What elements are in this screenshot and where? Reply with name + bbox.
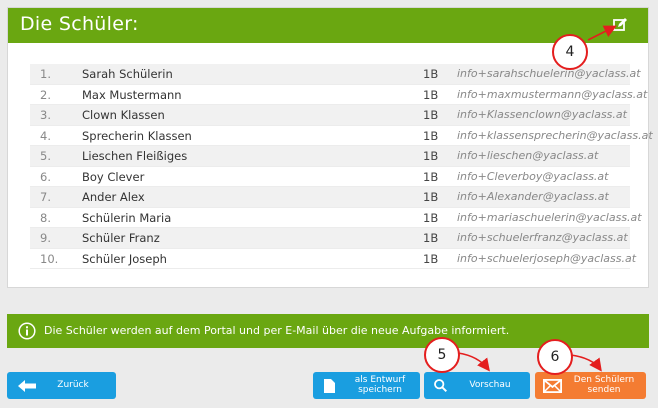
send-to-students-button[interactable]: Den Schülern senden: [535, 372, 646, 399]
student-class: 1B: [423, 108, 439, 122]
student-name: Sprecherin Klassen: [82, 128, 192, 143]
search-icon: [432, 372, 448, 399]
info-text: Die Schüler werden auf dem Portal und pe…: [44, 324, 510, 337]
student-name: Schüler Joseph: [82, 251, 167, 266]
student-class: 1B: [423, 149, 439, 163]
row-number: 5.: [40, 149, 51, 163]
student-email: info+lieschen@yaclass.at: [457, 149, 599, 162]
table-row: 2. Max Mustermann 1B info+maxmustermann@yac…: [30, 85, 647, 105]
send-button-label: Den Schülern senden: [567, 372, 641, 399]
student-email: info+mariaschuelerin@yaclass.at: [457, 210, 642, 224]
student-class: 1B: [423, 128, 439, 143]
student-class: 1B: [423, 190, 439, 204]
student-email: info+sarahschuelerin@yaclass.at: [457, 67, 641, 80]
student-class: 1B: [423, 169, 439, 184]
student-email: info+maxmustermann@yaclass.at: [457, 87, 648, 101]
student-class: 1B: [423, 251, 439, 266]
row-number: 8.: [40, 210, 51, 225]
table-row: 4. Sprecherin Klassen 1B info+klassensprech…: [30, 126, 653, 146]
student-name: Schülerin Maria: [82, 210, 172, 225]
callout-5-arrow: [457, 352, 490, 372]
callout-5: 5: [424, 337, 460, 373]
row-number: 3.: [40, 108, 51, 122]
callout-6-arrow: [570, 354, 602, 372]
student-email: info+Klassenclown@yaclass.at: [457, 108, 627, 121]
arrow-left-icon: [17, 372, 37, 399]
row-number: 2.: [40, 87, 51, 102]
preview-button[interactable]: Vorschau: [424, 372, 530, 399]
back-button[interactable]: Zurück: [7, 372, 116, 399]
students-table: 1. Sarah Schülerin 1B info+sarahschuelerin@…: [30, 64, 653, 269]
save-draft-label: als Entwurf speichern: [343, 372, 417, 399]
student-email: info+schuelerjoseph@yaclass.at: [457, 251, 637, 265]
student-email: info+Cleverboy@yaclass.at: [457, 169, 609, 183]
student-email: info+klassensprecherin@yaclass.at: [457, 128, 653, 142]
save-draft-label-line2: speichern: [358, 384, 402, 395]
row-number: 1.: [40, 67, 51, 81]
student-name: Sarah Schülerin: [82, 67, 173, 81]
save-draft-button[interactable]: als Entwurf speichern: [313, 372, 420, 399]
table-row: 1. Sarah Schülerin 1B info+sarahschuelerin@…: [30, 64, 641, 85]
row-number: 4.: [40, 128, 51, 143]
student-class: 1B: [423, 87, 439, 102]
row-number: 6.: [40, 169, 51, 184]
envelope-icon: [541, 372, 563, 399]
table-row: 7. Ander Alex 1B info+Alexander@yaclass.at: [30, 187, 630, 208]
student-name: Max Mustermann: [82, 87, 182, 102]
panel-title: Die Schüler:: [20, 13, 139, 35]
table-row: 9. Schüler Franz 1B info+schuelerfranz@yacl…: [30, 228, 630, 249]
student-name: Schüler Franz: [82, 231, 160, 245]
student-class: 1B: [423, 231, 439, 245]
row-number: 10.: [40, 251, 59, 266]
student-class: 1B: [423, 67, 439, 81]
row-number: 9.: [40, 231, 51, 245]
table-row: 6. Boy Clever 1B info+Cleverboy@yaclass.at: [30, 167, 630, 187]
student-email: info+Alexander@yaclass.at: [457, 190, 609, 203]
student-name: Ander Alex: [82, 190, 145, 204]
send-button-label-line2: senden: [587, 384, 621, 395]
table-row: 3. Clown Klassen 1B info+Klassenclown@yacla…: [30, 105, 630, 126]
table-row: 10. Schüler Joseph 1B info+schuelerjoseph@y…: [30, 249, 636, 269]
preview-button-label: Vorschau: [469, 379, 511, 390]
table-row: 8. Schülerin Maria 1B info+mariaschuelerin@…: [30, 208, 642, 228]
panel-header: Die Schüler:: [8, 8, 648, 43]
student-email: info+schuelerfranz@yaclass.at: [457, 231, 628, 244]
student-name: Boy Clever: [82, 169, 145, 184]
edit-icon[interactable]: [612, 17, 628, 33]
back-button-label: Zurück: [57, 379, 89, 390]
info-icon: [18, 322, 36, 340]
student-name: Clown Klassen: [82, 108, 165, 122]
row-number: 7.: [40, 190, 51, 204]
student-name: Lieschen Fleißiges: [82, 149, 188, 163]
callout-4: 4: [552, 34, 588, 70]
callout-6: 6: [537, 339, 573, 375]
student-class: 1B: [423, 210, 439, 225]
table-row: 5. Lieschen Fleißiges 1B info+lieschen@yacl…: [30, 146, 630, 167]
document-icon: [321, 372, 337, 399]
